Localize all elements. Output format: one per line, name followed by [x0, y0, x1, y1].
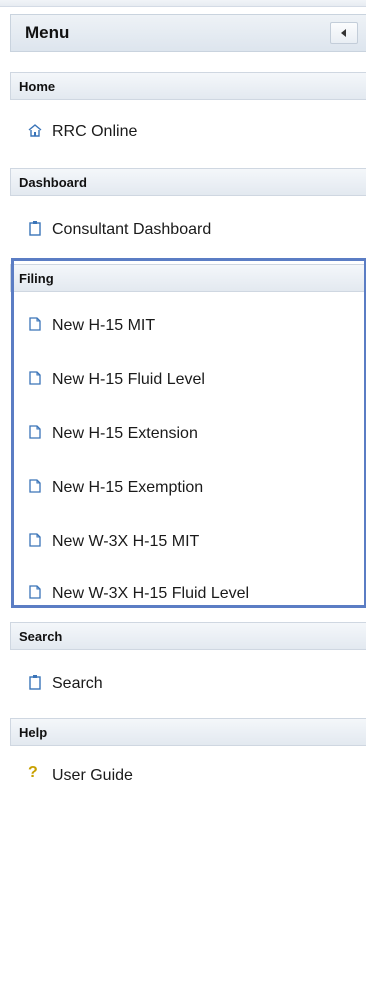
document-icon	[29, 479, 41, 493]
section-header-label: Help	[19, 725, 48, 740]
section-header-home[interactable]: Home	[10, 72, 366, 100]
menu-header: Menu	[10, 14, 366, 52]
menu-item-user-guide[interactable]: ? User Guide	[10, 756, 366, 796]
document-icon	[29, 371, 41, 385]
chevron-left-icon	[341, 29, 346, 37]
menu-item-label: New H-15 Fluid Level	[52, 371, 205, 388]
menu-item-new-h15-mit[interactable]: New H-15 MIT	[10, 306, 366, 346]
menu-item-label: New H-15 MIT	[52, 317, 156, 334]
menu-item-label: New W-3X H-15 Fluid Level	[52, 585, 250, 602]
section-header-help[interactable]: Help	[10, 718, 366, 746]
menu-item-new-h15-extension[interactable]: New H-15 Extension	[10, 414, 366, 454]
section-header-label: Dashboard	[19, 175, 87, 190]
document-icon	[29, 317, 41, 331]
sidebar-menu: Menu Home RRC Online Dashboard Consultan…	[0, 0, 366, 987]
section-header-dashboard[interactable]: Dashboard	[10, 168, 366, 196]
help-icon: ?	[28, 764, 38, 781]
home-icon	[28, 124, 42, 137]
clipboard-icon	[29, 221, 41, 236]
document-icon	[29, 533, 41, 547]
menu-item-label: RRC Online	[52, 123, 138, 140]
document-icon	[29, 585, 41, 599]
document-icon	[29, 425, 41, 439]
menu-item-label: User Guide	[52, 767, 133, 784]
section-header-search[interactable]: Search	[10, 622, 366, 650]
section-header-filing[interactable]: Filing	[10, 264, 366, 292]
menu-item-label: New W-3X H-15 MIT	[52, 533, 200, 550]
menu-item-new-w3x-h15-fluid-level[interactable]: New W-3X H-15 Fluid Level	[10, 574, 366, 614]
menu-title: Menu	[25, 23, 70, 42]
menu-item-rrc-online[interactable]: RRC Online	[10, 112, 366, 152]
menu-item-label: Consultant Dashboard	[52, 221, 212, 238]
menu-item-new-w3x-h15-mit[interactable]: New W-3X H-15 MIT	[10, 522, 366, 562]
collapse-button[interactable]	[330, 22, 358, 44]
section-header-label: Filing	[19, 271, 54, 286]
menu-item-search[interactable]: Search	[10, 664, 366, 704]
section-header-label: Search	[19, 629, 63, 644]
menu-item-new-h15-exemption[interactable]: New H-15 Exemption	[10, 468, 366, 508]
menu-item-label: New H-15 Exemption	[52, 479, 204, 496]
menu-item-new-h15-fluid-level[interactable]: New H-15 Fluid Level	[10, 360, 366, 400]
menu-item-consultant-dashboard[interactable]: Consultant Dashboard	[10, 210, 366, 250]
menu-item-label: Search	[52, 675, 103, 692]
section-header-label: Home	[19, 79, 56, 94]
top-edge	[0, 0, 366, 7]
clipboard-icon	[29, 675, 41, 690]
menu-item-label: New H-15 Extension	[52, 425, 198, 442]
